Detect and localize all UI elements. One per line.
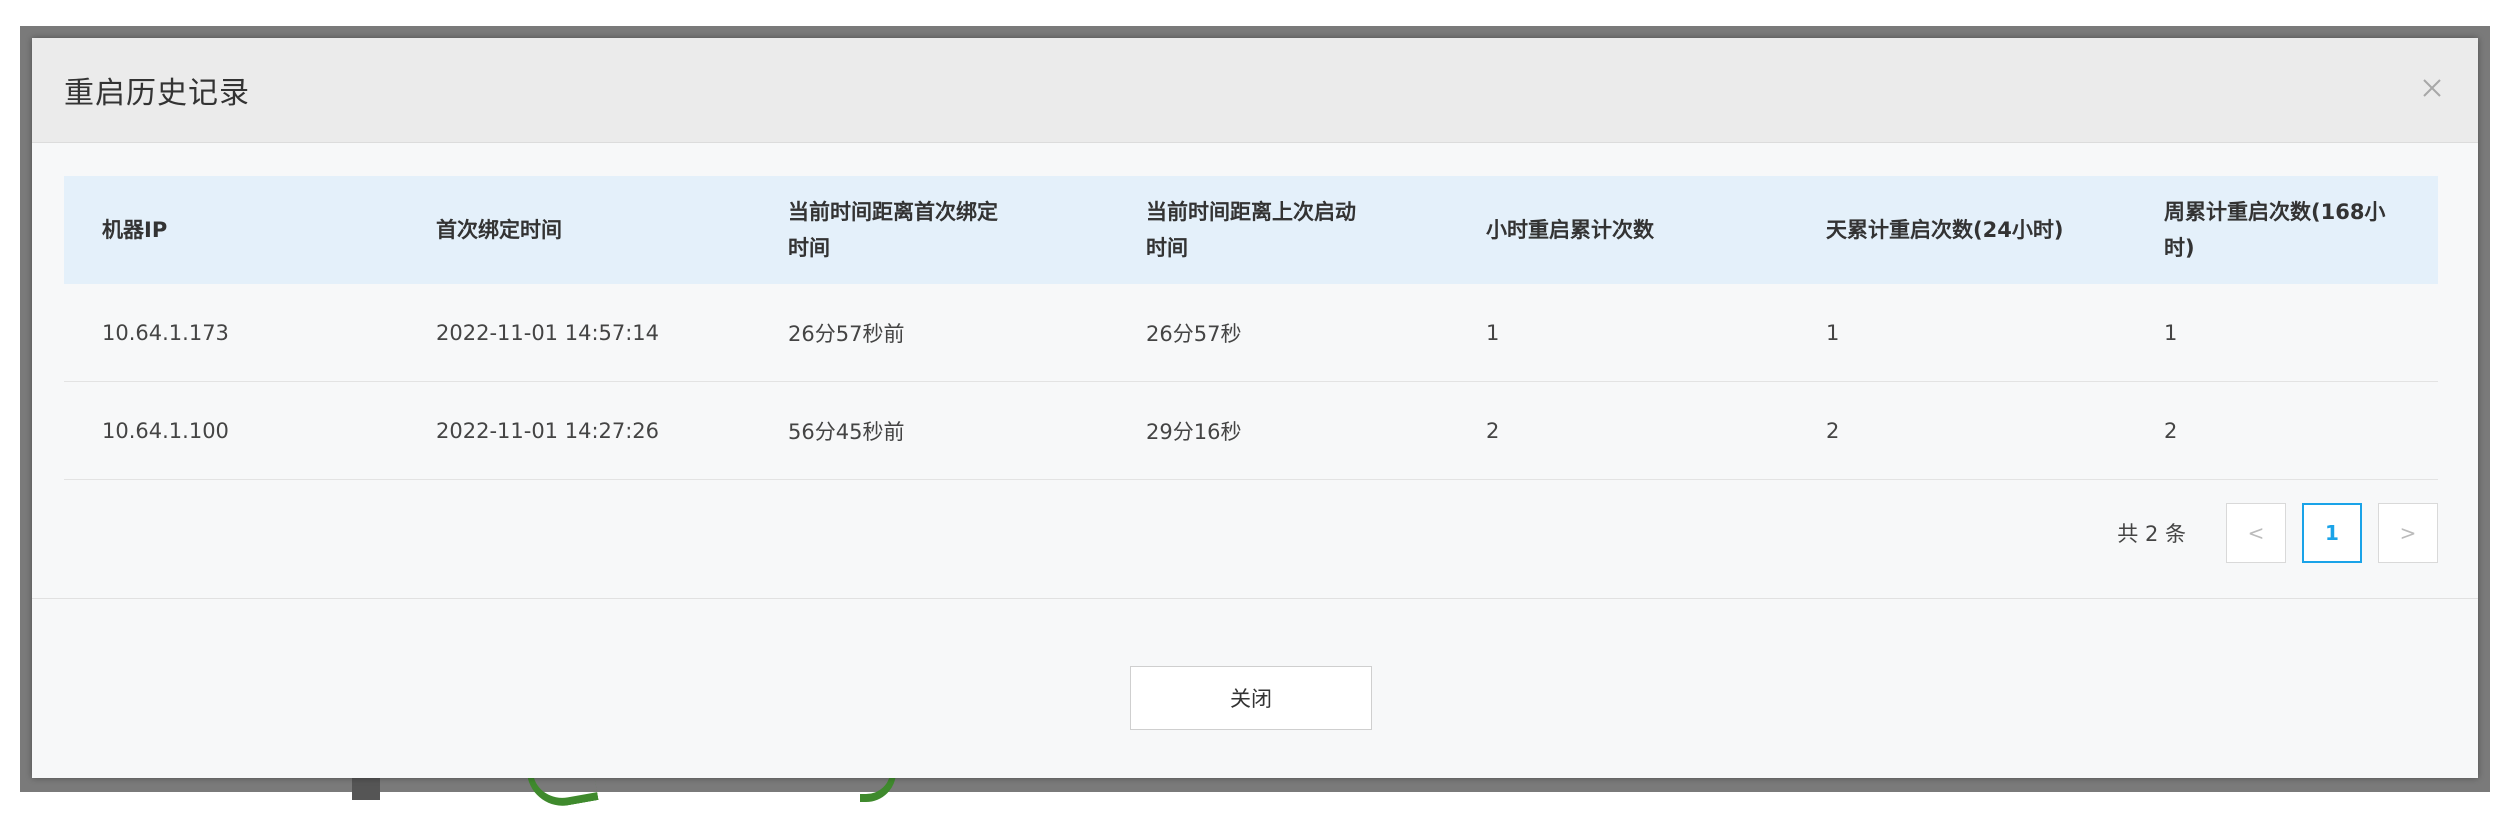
cell-week-restarts: 2 bbox=[2164, 418, 2178, 443]
cell-ip: 10.64.1.100 bbox=[102, 418, 229, 443]
cell-week-restarts: 1 bbox=[2164, 320, 2178, 345]
restart-history-dialog: 重启历史记录 机器IP 首次绑定时间 当前时间距离首次绑定 时间 当前时间距离上… bbox=[32, 38, 2478, 778]
header-since-first-bind-line1: 当前时间距离首次绑定 bbox=[788, 200, 998, 224]
table-body: 10.64.1.173 2022-11-01 14:57:14 26分57秒前 … bbox=[64, 284, 2438, 480]
cell-hour-restarts: 2 bbox=[1486, 418, 1500, 443]
header-since-first-bind: 当前时间距离首次绑定 时间 bbox=[788, 176, 1088, 284]
next-page-button[interactable]: > bbox=[2378, 503, 2438, 563]
page-number-button[interactable]: 1 bbox=[2302, 503, 2362, 563]
header-ip: 机器IP bbox=[102, 218, 168, 242]
table-row: 10.64.1.173 2022-11-01 14:57:14 26分57秒前 … bbox=[64, 284, 2438, 382]
header-hour-restarts: 小时重启累计次数 bbox=[1486, 218, 1654, 242]
footer-divider bbox=[32, 598, 2478, 599]
header-first-bind-time: 首次绑定时间 bbox=[436, 218, 562, 242]
close-button[interactable]: 关闭 bbox=[1130, 666, 1372, 730]
cell-since-first-bind: 26分57秒前 bbox=[788, 321, 905, 346]
header-week-restarts-line1: 周累计重启次数(168小 bbox=[2164, 200, 2386, 224]
pagination-total: 共 2 条 bbox=[2117, 522, 2186, 546]
dialog-title: 重启历史记录 bbox=[64, 76, 250, 111]
close-icon[interactable] bbox=[2412, 68, 2452, 108]
cell-day-restarts: 2 bbox=[1826, 418, 1840, 443]
header-week-restarts-line2: 时) bbox=[2164, 236, 2195, 260]
prev-page-button[interactable]: < bbox=[2226, 503, 2286, 563]
header-since-last-start-line1: 当前时间距离上次启动 bbox=[1146, 200, 1356, 224]
cell-first-bind-time: 2022-11-01 14:27:26 bbox=[436, 418, 660, 443]
header-day-restarts: 天累计重启次数(24小时) bbox=[1826, 218, 2064, 242]
cell-since-last-start: 29分16秒 bbox=[1146, 419, 1242, 444]
table-row: 10.64.1.100 2022-11-01 14:27:26 56分45秒前 … bbox=[64, 382, 2438, 480]
dialog-header: 重启历史记录 bbox=[32, 38, 2478, 143]
background-element bbox=[352, 778, 380, 800]
header-since-first-bind-line2: 时间 bbox=[788, 236, 830, 260]
restart-history-table: 机器IP 首次绑定时间 当前时间距离首次绑定 时间 当前时间距离上次启动 时间 … bbox=[64, 176, 2438, 480]
header-since-last-start: 当前时间距离上次启动 时间 bbox=[1146, 176, 1446, 284]
cell-since-last-start: 26分57秒 bbox=[1146, 321, 1242, 346]
header-since-last-start-line2: 时间 bbox=[1146, 236, 1188, 260]
cell-ip: 10.64.1.173 bbox=[102, 320, 229, 345]
chevron-left-icon: < bbox=[2247, 521, 2265, 545]
cell-day-restarts: 1 bbox=[1826, 320, 1840, 345]
chevron-right-icon: > bbox=[2399, 521, 2417, 545]
cell-hour-restarts: 1 bbox=[1486, 320, 1500, 345]
table-header-row: 机器IP 首次绑定时间 当前时间距离首次绑定 时间 当前时间距离上次启动 时间 … bbox=[64, 176, 2438, 284]
pagination: 共 2 条 < 1 > bbox=[2117, 502, 2438, 564]
header-week-restarts: 周累计重启次数(168小 时) bbox=[2164, 176, 2438, 284]
cell-since-first-bind: 56分45秒前 bbox=[788, 419, 905, 444]
cell-first-bind-time: 2022-11-01 14:57:14 bbox=[436, 320, 660, 345]
